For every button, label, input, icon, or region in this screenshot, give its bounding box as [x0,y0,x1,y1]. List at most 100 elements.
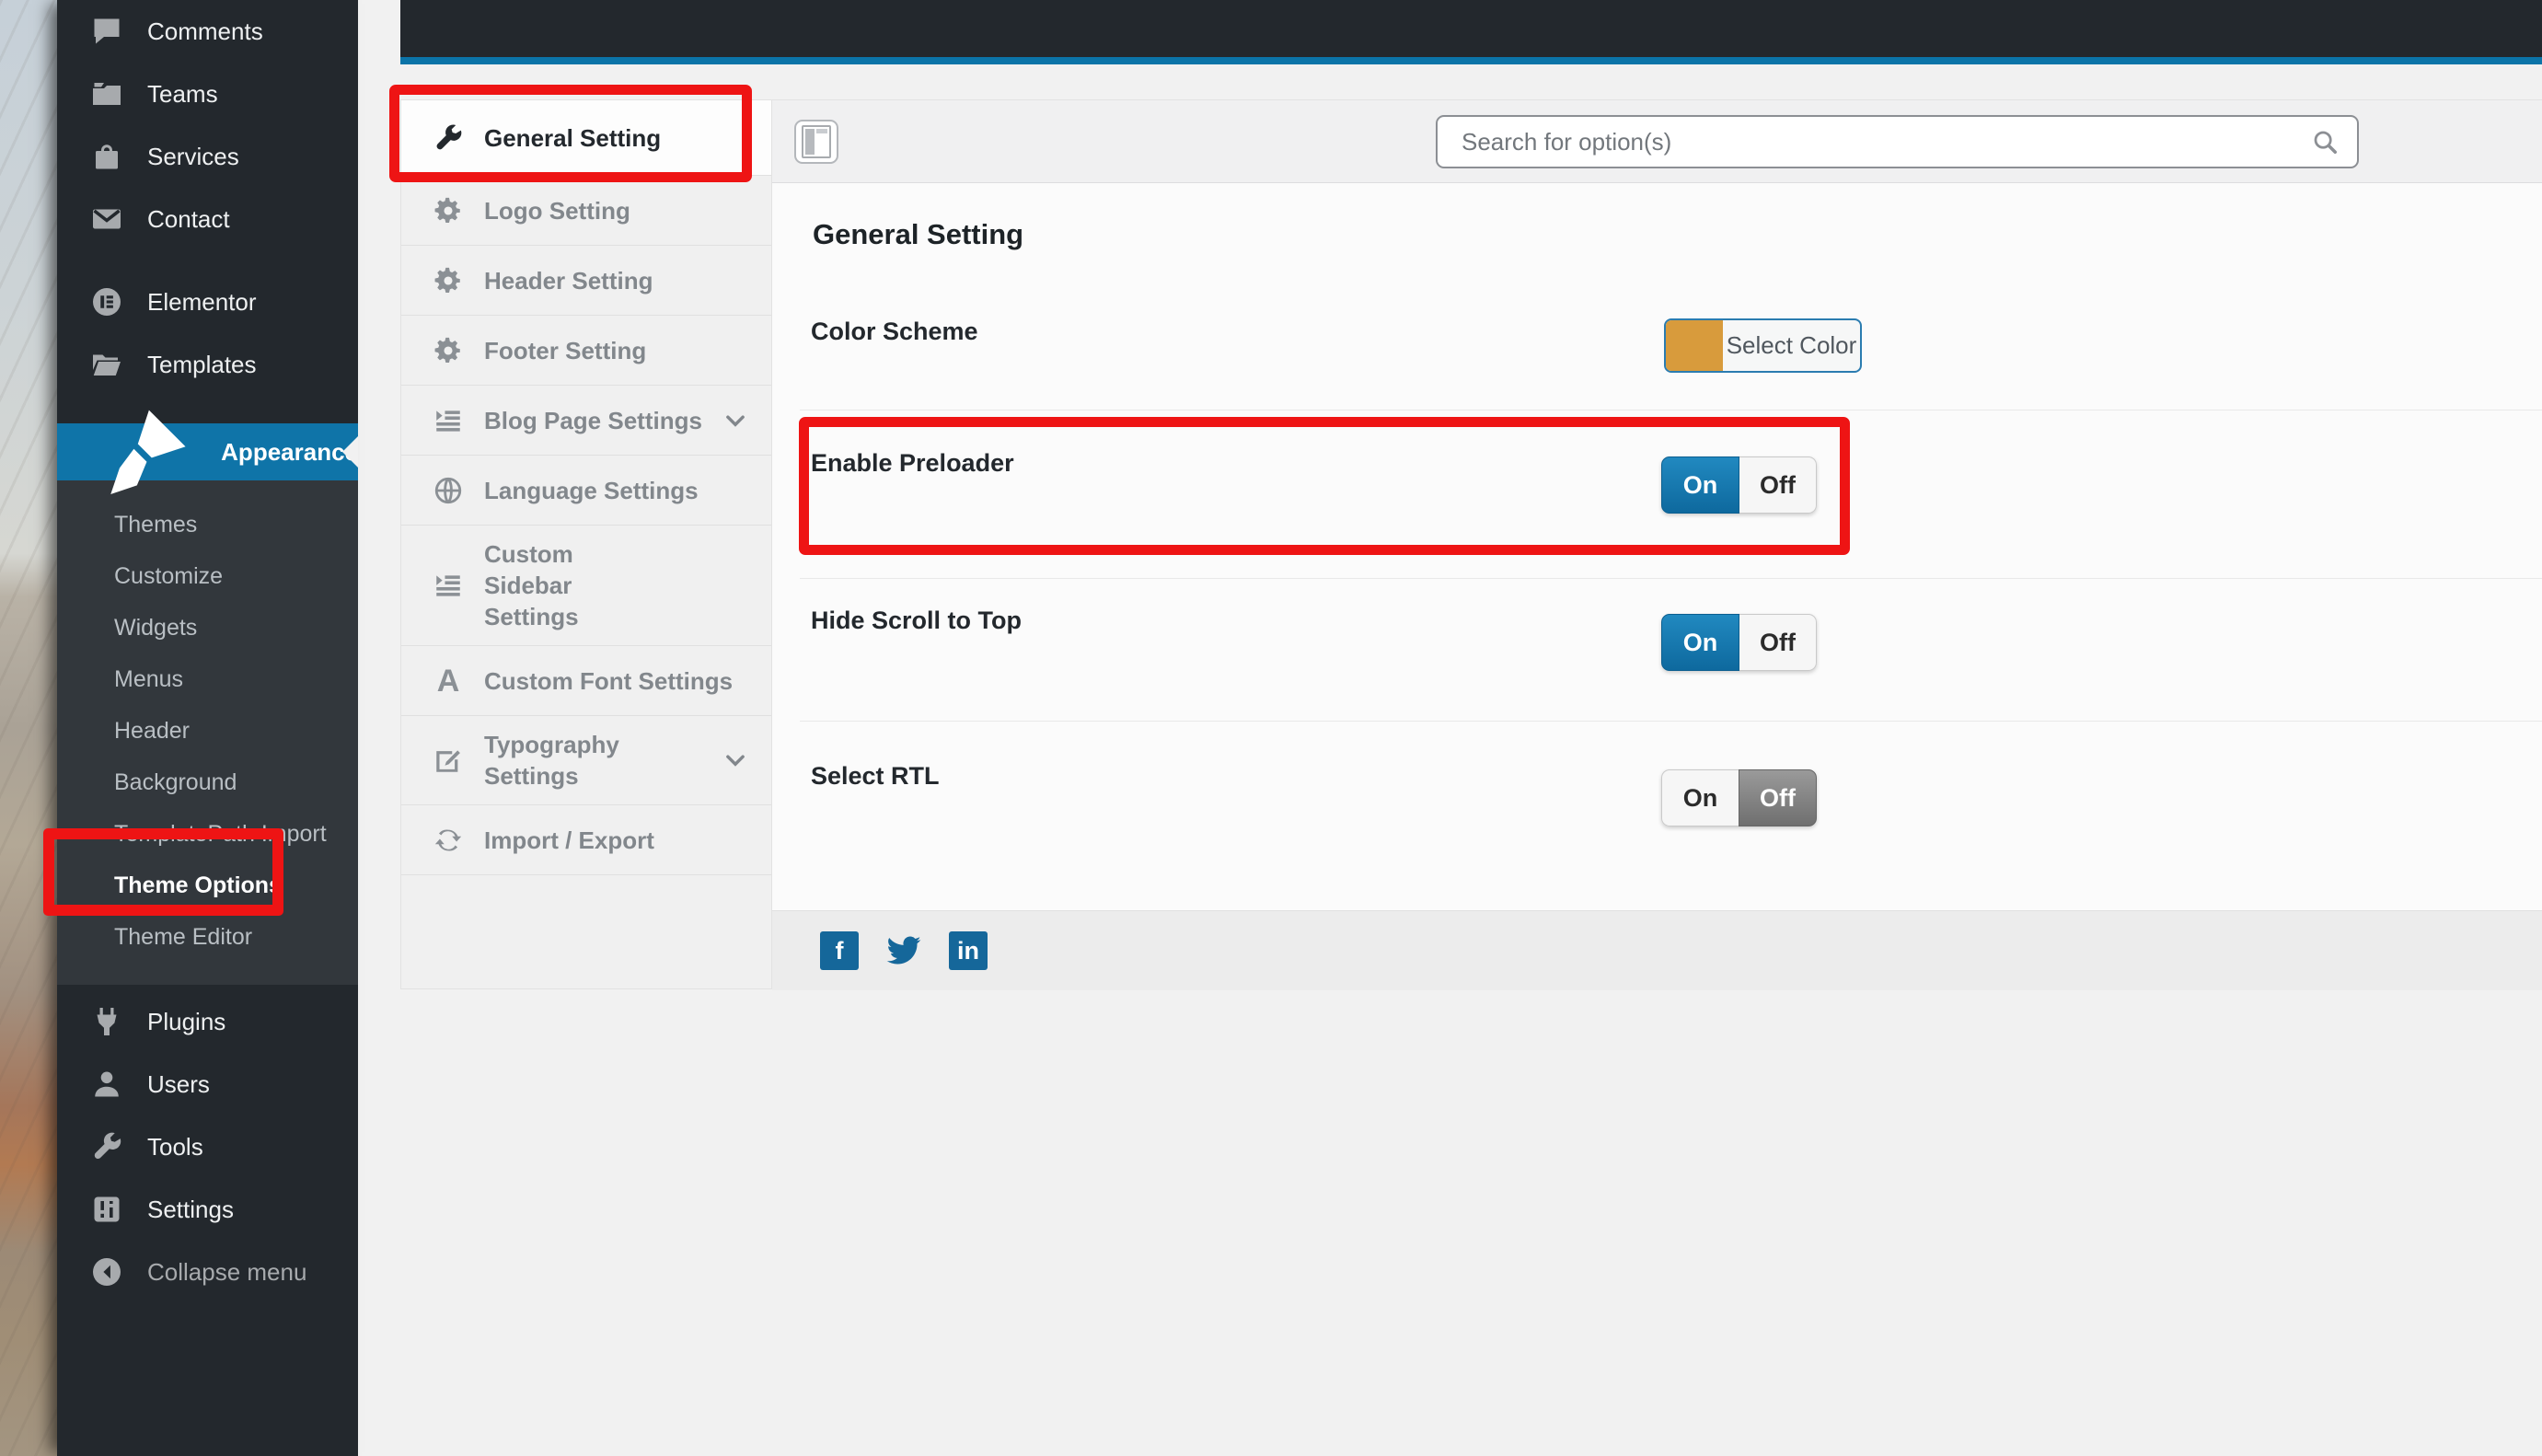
sidebar-item-tools[interactable]: Tools [57,1115,358,1178]
accent-blue-line [400,57,2542,64]
tab-import-export[interactable]: Import / Export [401,805,771,875]
wrench-icon [94,1132,121,1160]
toggle-off-option[interactable]: Off [1739,614,1817,671]
toggle-on-option[interactable]: On [1661,769,1739,826]
sidebar-item-teams[interactable]: Teams [57,63,358,125]
sidebar-item-label: Appearance [221,437,358,466]
linkedin-icon[interactable]: in [949,931,988,970]
tab-logo-setting[interactable]: Logo Setting [401,176,771,246]
comment-bubble-icon [94,18,120,44]
row-divider [800,578,2542,579]
sidebar-item-templates[interactable]: Templates [57,333,358,396]
shopping-bag-icon [96,144,118,169]
sidebar-item-users[interactable]: Users [57,1053,358,1115]
tab-header-setting[interactable]: Header Setting [401,246,771,316]
sidebar-item-label: Settings [147,1195,234,1223]
sidebar-item-contact[interactable]: Contact [57,188,358,250]
layout-icon [802,125,831,158]
tab-custom-sidebar-settings[interactable]: Custom Sidebar Settings [401,526,771,646]
gear-icon [434,267,460,293]
tab-typography-settings[interactable]: Typography Settings [401,716,771,805]
submenu-item-templatepath-import[interactable]: TemplatePath Import [57,808,358,860]
tab-general-setting[interactable]: General Setting [401,100,771,176]
toggle-on-option[interactable]: On [1661,614,1739,671]
tab-footer-setting[interactable]: Footer Setting [401,316,771,386]
submenu-item-theme-editor[interactable]: Theme Editor [57,911,358,963]
gear-icon [434,337,460,363]
submenu-item-themes[interactable]: Themes [57,499,358,550]
hide-scroll-label: Hide Scroll to Top [811,607,1022,634]
tab-blog-page-settings[interactable]: Blog Page Settings [401,386,771,456]
sidebar-item-elementor[interactable]: Elementor [57,271,358,333]
row-divider [800,721,2542,722]
submenu-item-theme-options[interactable]: Theme Options [57,860,358,911]
chevron-down-icon [726,755,745,767]
search-field-wrap [1436,115,2359,168]
select-rtl-label: Select RTL [811,762,940,790]
theme-options-panel: General Setting Logo Setting Header Sett… [400,99,2542,990]
sidebar-item-label: Users [147,1069,210,1098]
sidebar-item-appearance[interactable]: Appearance [57,410,358,494]
enable-preloader-label: Enable Preloader [811,449,1014,477]
enable-preloader-toggle[interactable]: On Off [1661,456,1817,514]
edit-square-icon [436,750,460,772]
sidebar-item-label: Templates [147,350,257,378]
sidebar-item-plugins[interactable]: Plugins [57,990,358,1053]
select-rtl-toggle[interactable]: On Off [1661,769,1817,826]
sync-icon [434,829,462,850]
globe-icon [434,477,462,503]
sidebar-item-settings[interactable]: Settings [57,1178,358,1241]
panel-footer: f in [772,910,2542,990]
panel-header [772,100,2542,183]
admin-top-bar [400,0,2542,57]
hide-scroll-toggle[interactable]: On Off [1661,614,1817,671]
submenu-item-header[interactable]: Header [57,705,358,757]
chevron-down-icon [726,414,745,427]
layout-preview-button[interactable] [794,120,838,164]
wrench-icon [436,123,462,149]
elementor-icon [93,288,121,316]
sidebar-item-label: Tools [147,1132,203,1161]
list-indent-icon [436,410,460,432]
sidebar-item-label: Plugins [147,1007,226,1035]
sidebar-item-label: Services [147,142,239,170]
font-a-icon: A [436,663,460,699]
open-folder-icon [93,354,121,376]
folder-flag-icon [93,83,121,105]
tab-language-settings[interactable]: Language Settings [401,456,771,526]
background-photo-strip [0,0,57,1456]
sidebar-bottom-group: Plugins Users Tools Settings Collapse me… [57,990,358,1303]
select-color-button[interactable]: Select Color [1664,318,1862,373]
sidebar-item-label: Elementor [147,287,257,316]
user-icon [95,1071,119,1097]
tab-custom-font-settings[interactable]: A Custom Font Settings [401,646,771,716]
submenu-item-menus[interactable]: Menus [57,653,358,705]
envelope-icon [93,209,121,229]
sidebar-item-label: Teams [147,79,218,108]
select-color-label: Select Color [1726,331,1857,359]
settings-tab-list: General Setting Logo Setting Header Sett… [401,100,772,988]
list-indent-icon [436,575,460,596]
toggle-off-option[interactable]: Off [1739,456,1817,514]
submenu-item-background[interactable]: Background [57,757,358,808]
appearance-submenu: Themes Customize Widgets Menus Header Ba… [57,480,358,985]
color-scheme-label: Color Scheme [811,318,978,345]
sliders-icon [94,1196,120,1222]
toggle-on-option[interactable]: On [1661,456,1739,514]
collapse-menu-button[interactable]: Collapse menu [57,1241,358,1303]
sidebar-item-comments[interactable]: Comments [57,0,358,63]
sidebar-item-label: Comments [147,17,263,45]
sidebar-item-label: Contact [147,204,230,233]
facebook-icon[interactable]: f [820,931,859,970]
submenu-item-customize[interactable]: Customize [57,550,358,602]
color-swatch [1666,320,1723,371]
settings-content: General Setting Color Scheme Select Colo… [772,183,2542,990]
submenu-item-widgets[interactable]: Widgets [57,602,358,653]
current-menu-arrow [342,436,358,468]
sidebar-item-services[interactable]: Services [57,125,358,188]
paintbrush-icon [110,410,186,494]
sidebar-item-label: Collapse menu [147,1257,307,1286]
toggle-off-option[interactable]: Off [1739,769,1817,826]
search-input[interactable] [1436,115,2359,168]
twitter-icon[interactable] [883,932,925,969]
